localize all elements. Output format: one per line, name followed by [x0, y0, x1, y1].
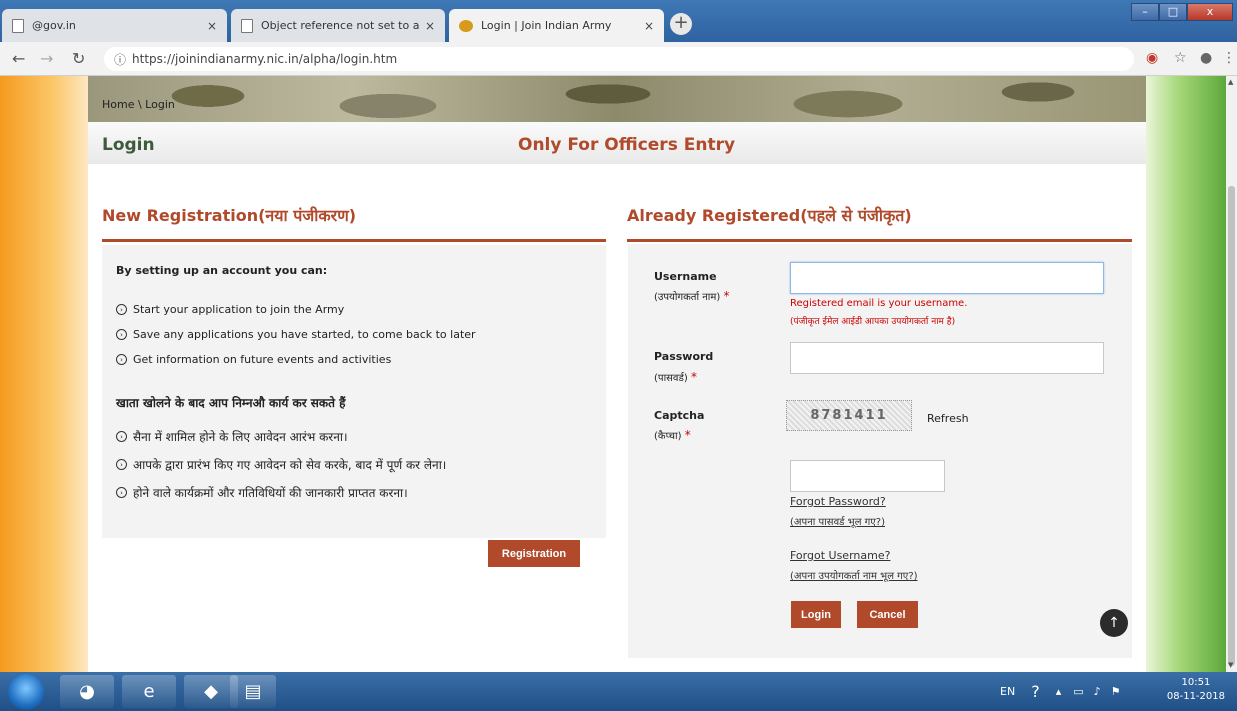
page-title: Login — [102, 135, 155, 155]
info-icon[interactable]: ⓘ — [114, 51, 126, 68]
tab-login-join-indian-army[interactable]: Login | Join Indian Army × — [449, 9, 664, 42]
start-button-icon[interactable] — [8, 674, 44, 710]
section-divider — [102, 239, 606, 242]
clock-date: 08-11-2018 — [1166, 691, 1225, 702]
volume-icon[interactable]: ♪ — [1094, 685, 1101, 698]
registration-intro-hi: खाता खोलने के बाद आप निम्नऔ कार्य कर सकत… — [116, 396, 346, 410]
breadcrumb[interactable]: Home \ Login — [102, 98, 175, 111]
chrome-icon[interactable]: ◕ — [60, 675, 114, 708]
registration-intro-en: By setting up an account you can: — [116, 264, 328, 277]
chevron-right-circle-icon: › — [116, 459, 127, 470]
tab-title: Login | Join Indian Army — [481, 19, 612, 32]
new-tab-button[interactable]: + — [670, 13, 692, 35]
list-item: › Get information on future events and a… — [116, 353, 391, 366]
close-icon[interactable]: × — [644, 19, 654, 33]
maximize-button[interactable]: □ — [1159, 3, 1187, 21]
password-label-hi: (पासवर्ड) * — [654, 370, 697, 384]
list-item: › Start your application to join the Arm… — [116, 303, 344, 316]
login-button[interactable]: Login — [791, 601, 841, 628]
url-text: https://joinindianarmy.nic.in/alpha/logi… — [132, 52, 398, 66]
scrollbar-thumb[interactable] — [1228, 186, 1235, 666]
forgot-password-link-hi[interactable]: (अपना पासवर्ड भूल गए?) — [790, 514, 885, 528]
officers-entry-title: Only For Officers Entry — [518, 135, 736, 155]
list-item: › सैना में शामिल होने के लिए आवेदन आरंभ … — [116, 428, 348, 445]
tab-title: @gov.in — [32, 19, 76, 32]
scroll-up-arrow-icon[interactable]: ▲ — [1228, 78, 1233, 86]
taskbar-clock[interactable]: 10:51 08-11-2018 — [1167, 676, 1225, 704]
tab-object-reference[interactable]: Object reference not set to an in × — [231, 9, 445, 42]
login-header-bar: Login Only For Officers Entry — [88, 122, 1146, 164]
page-icon — [12, 18, 24, 33]
close-icon[interactable]: × — [425, 19, 435, 33]
list-item: › आपके द्वारा प्रारंभ किए गए आवेदन को से… — [116, 456, 446, 473]
window-controls: – □ x — [1131, 3, 1233, 21]
password-input[interactable] — [790, 342, 1104, 374]
decorative-orange-band — [0, 76, 88, 672]
star-icon[interactable]: ☆ — [1174, 50, 1187, 66]
cancel-button[interactable]: Cancel — [857, 601, 918, 628]
main-content: Home \ Login Login Only For Officers Ent… — [88, 76, 1146, 672]
system-tray: EN ? ▴ ▭ ♪ ⚑ — [1000, 672, 1121, 711]
username-hint: Registered email is your username. — [790, 298, 968, 309]
forgot-username-link[interactable]: Forgot Username? — [790, 549, 890, 562]
username-hint-hi: (पंजीकृत ईमेल आईडी आपका उपयोगकर्ता नाम ह… — [790, 317, 956, 327]
close-window-button[interactable]: x — [1187, 3, 1233, 21]
section-divider — [627, 239, 1132, 242]
required-asterisk: * — [684, 428, 691, 442]
minimize-button[interactable]: – — [1131, 3, 1159, 21]
language-indicator[interactable]: EN — [1000, 685, 1015, 698]
help-icon[interactable]: ? — [1031, 682, 1040, 701]
browser-toolbar: ← → ↻ ⓘ https://joinindianarmy.nic.in/al… — [0, 42, 1237, 76]
windows-taskbar: ◕ e ◆ ▤ EN ? ▴ ▭ ♪ ⚑ 10:51 08-11-2018 — [0, 672, 1237, 711]
tray-chevron-up-icon[interactable]: ▴ — [1056, 685, 1062, 698]
camouflage-banner: Home \ Login — [88, 76, 1146, 122]
page-viewport: Home \ Login Login Only For Officers Ent… — [0, 76, 1237, 672]
reload-icon[interactable]: ↻ — [72, 49, 85, 68]
list-item: › Save any applications you have started… — [116, 328, 476, 341]
username-label-hi: (उपयोगकर्ता नाम) * — [654, 289, 730, 303]
close-icon[interactable]: × — [207, 19, 217, 33]
chevron-right-circle-icon: › — [116, 304, 127, 315]
back-arrow-icon[interactable]: ← — [12, 49, 25, 68]
chevron-right-circle-icon: › — [116, 354, 127, 365]
tab-gov[interactable]: @gov.in × — [2, 9, 227, 42]
network-icon[interactable]: ▭ — [1073, 685, 1083, 698]
forgot-password-link[interactable]: Forgot Password? — [790, 495, 886, 508]
already-registered-heading: Already Registered(पहले से पंजीकृत) — [627, 206, 912, 225]
refresh-captcha-link[interactable]: Refresh — [927, 412, 969, 425]
chevron-right-circle-icon: › — [116, 431, 127, 442]
address-bar[interactable]: ⓘ https://joinindianarmy.nic.in/alpha/lo… — [104, 47, 1134, 71]
required-asterisk: * — [723, 289, 730, 303]
list-item: › होने वाले कार्यक्रमों और गतिविधियों की… — [116, 484, 408, 501]
captcha-label-hi: (कैप्चा) * — [654, 428, 691, 442]
new-registration-heading: New Registration(नया पंजीकरण) — [102, 206, 357, 225]
internet-explorer-icon[interactable]: e — [122, 675, 176, 708]
tab-title: Object reference not set to an in — [261, 19, 419, 32]
forward-arrow-icon[interactable]: → — [40, 49, 53, 68]
menu-dots-icon[interactable]: ⋮ — [1222, 50, 1236, 66]
registration-button[interactable]: Registration — [488, 540, 580, 567]
browser-titlebar: @gov.in × Object reference not set to an… — [0, 0, 1237, 42]
required-asterisk: * — [690, 370, 697, 384]
captcha-image: 8781411 — [786, 400, 912, 431]
scroll-to-top-arrow-icon[interactable]: ↑ — [1100, 609, 1128, 637]
profile-avatar-icon[interactable]: ● — [1200, 50, 1212, 66]
decorative-green-band — [1146, 76, 1226, 672]
extension-icon[interactable]: ◉ — [1146, 50, 1158, 66]
army-favicon-icon — [459, 19, 473, 32]
scroll-down-arrow-icon[interactable]: ▼ — [1228, 661, 1233, 669]
page-icon — [241, 18, 253, 33]
flag-icon[interactable]: ⚑ — [1111, 685, 1121, 698]
captcha-label: Captcha — [654, 409, 705, 422]
chevron-right-circle-icon: › — [116, 487, 127, 498]
username-input[interactable] — [790, 262, 1104, 294]
clock-time: 10:51 — [1181, 677, 1211, 688]
captcha-input[interactable] — [790, 460, 945, 492]
chevron-right-circle-icon: › — [116, 329, 127, 340]
password-label: Password — [654, 350, 714, 363]
username-label: Username — [654, 270, 717, 283]
word-document-icon[interactable]: ▤ — [230, 675, 276, 708]
forgot-username-link-hi[interactable]: (अपना उपयोगकर्ता नाम भूल गए?) — [790, 568, 918, 582]
